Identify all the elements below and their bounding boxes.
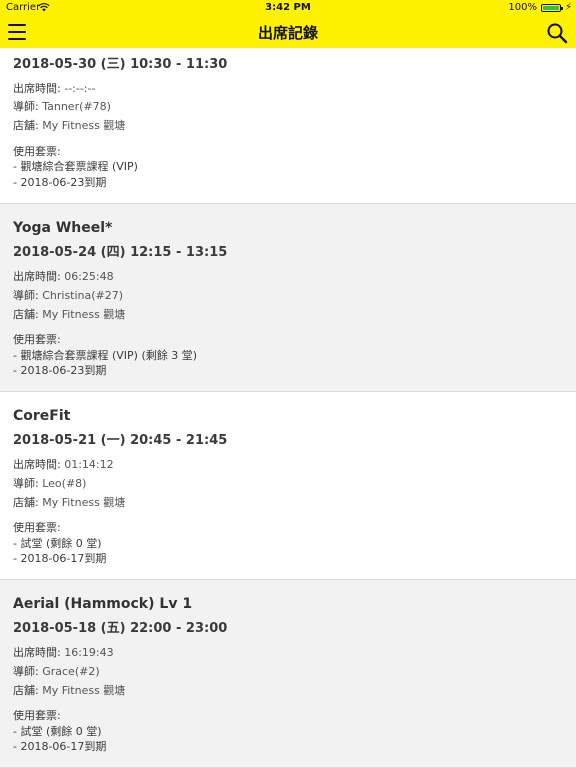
attend-time-value: 01:14:12 bbox=[64, 458, 114, 471]
store-row: 店舖: My Fitness 觀塘 bbox=[13, 306, 125, 322]
instructor-value: Tanner(#78) bbox=[42, 100, 111, 113]
attend-time-label: 出席時間: bbox=[13, 270, 61, 283]
instructor-value: Christina(#27) bbox=[42, 289, 124, 302]
instructor-label: 導師: bbox=[13, 477, 39, 490]
store-label: 店舖: bbox=[13, 308, 39, 321]
class-datetime: 2018-05-24 (四) 12:15 - 13:15 bbox=[13, 245, 228, 260]
search-icon[interactable] bbox=[546, 22, 568, 44]
class-name: CoreFit bbox=[13, 408, 71, 424]
instructor-label: 導師: bbox=[13, 665, 39, 678]
attend-time-label: 出席時間: bbox=[13, 646, 61, 659]
store-row: 店舖: My Fitness 觀塘 bbox=[13, 682, 125, 698]
list-item[interactable]: 2018-05-30 (三) 10:30 - 11:30 出席時間: --:--… bbox=[0, 48, 576, 204]
ticket-expiry: - 2018-06-23到期 bbox=[13, 176, 107, 189]
battery-icon bbox=[540, 3, 563, 12]
store-value: My Fitness 觀塘 bbox=[42, 496, 126, 509]
battery-percent: 100% bbox=[508, 2, 537, 13]
store-label: 店舖: bbox=[13, 684, 39, 697]
attend-time-row: 出席時間: 16:19:43 bbox=[13, 644, 114, 660]
instructor-row: 導師: Christina(#27) bbox=[13, 287, 123, 303]
store-label: 店舖: bbox=[13, 119, 39, 132]
status-bar: Carrier 3:42 PM 100% ⚡ bbox=[0, 0, 576, 16]
instructor-value: Leo(#8) bbox=[42, 477, 87, 490]
ticket-name: - 觀塘綜合套票課程 (VIP) (剩餘 3 堂) bbox=[13, 349, 198, 362]
ticket-expiry: - 2018-06-17到期 bbox=[13, 740, 107, 753]
class-name: Yoga Wheel* bbox=[13, 220, 113, 236]
store-row: 店舖: My Fitness 觀塘 bbox=[13, 117, 125, 133]
store-value: My Fitness 觀塘 bbox=[42, 119, 126, 132]
instructor-value: Grace(#2) bbox=[42, 665, 100, 678]
attend-time-row: 出席時間: 06:25:48 bbox=[13, 268, 114, 284]
list-item[interactable]: Aerial (Hammock) Lv 1 2018-05-18 (五) 22:… bbox=[0, 580, 576, 768]
ticket-label: 使用套票: bbox=[13, 521, 61, 534]
attend-time-row: 出席時間: 01:14:12 bbox=[13, 456, 114, 472]
ticket-expiry: - 2018-06-23到期 bbox=[13, 364, 107, 377]
ticket-expiry: - 2018-06-17到期 bbox=[13, 552, 107, 565]
ticket-label: 使用套票: bbox=[13, 333, 61, 346]
attend-time-value: 06:25:48 bbox=[64, 270, 114, 283]
store-row: 店舖: My Fitness 觀塘 bbox=[13, 494, 125, 510]
top-bar: Carrier 3:42 PM 100% ⚡ 出席記錄 bbox=[0, 0, 576, 48]
class-name: Aerial (Hammock) Lv 1 bbox=[13, 596, 193, 612]
instructor-label: 導師: bbox=[13, 100, 39, 113]
instructor-row: 導師: Tanner(#78) bbox=[13, 98, 111, 114]
list-item[interactable]: Yoga Wheel* 2018-05-24 (四) 12:15 - 13:15… bbox=[0, 204, 576, 392]
instructor-row: 導師: Leo(#8) bbox=[13, 475, 86, 491]
attend-time-label: 出席時間: bbox=[13, 458, 61, 471]
attend-time-value: --:--:-- bbox=[64, 82, 96, 95]
store-label: 店舖: bbox=[13, 496, 39, 509]
store-value: My Fitness 觀塘 bbox=[42, 308, 126, 321]
attend-time-value: 16:19:43 bbox=[64, 646, 114, 659]
class-datetime: 2018-05-21 (一) 20:45 - 21:45 bbox=[13, 433, 228, 448]
attendance-list: 2018-05-30 (三) 10:30 - 11:30 出席時間: --:--… bbox=[0, 48, 576, 768]
class-datetime: 2018-05-30 (三) 10:30 - 11:30 bbox=[13, 57, 228, 72]
status-right: 100% ⚡ bbox=[508, 2, 572, 13]
instructor-row: 導師: Grace(#2) bbox=[13, 663, 100, 679]
bolt-icon: ⚡ bbox=[564, 2, 572, 13]
clock: 3:42 PM bbox=[265, 2, 311, 13]
ticket-name: - 試堂 (剩餘 0 堂) bbox=[13, 537, 102, 550]
ticket-label: 使用套票: bbox=[13, 145, 61, 158]
attend-time-row: 出席時間: --:--:-- bbox=[13, 80, 95, 96]
class-datetime: 2018-05-18 (五) 22:00 - 23:00 bbox=[13, 621, 228, 636]
attend-time-label: 出席時間: bbox=[13, 82, 61, 95]
list-item[interactable]: CoreFit 2018-05-21 (一) 20:45 - 21:45 出席時… bbox=[0, 392, 576, 580]
page-title: 出席記錄 bbox=[257, 24, 318, 42]
ticket-name: - 觀塘綜合套票課程 (VIP) bbox=[13, 160, 138, 173]
ticket-name: - 試堂 (剩餘 0 堂) bbox=[13, 725, 102, 738]
instructor-label: 導師: bbox=[13, 289, 39, 302]
ticket-label: 使用套票: bbox=[13, 709, 61, 722]
store-value: My Fitness 觀塘 bbox=[42, 684, 126, 697]
